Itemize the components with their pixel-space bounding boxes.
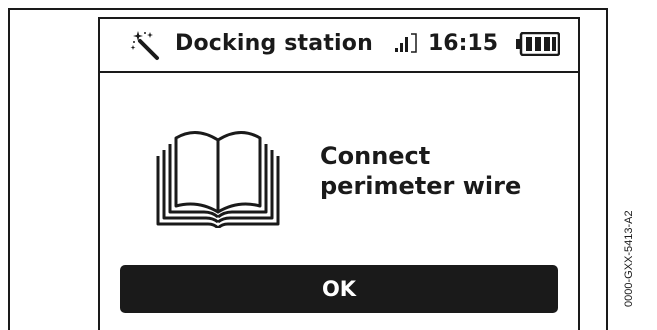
open-book-icon bbox=[156, 131, 280, 228]
status-bar: Docking station 16:15 bbox=[100, 19, 578, 73]
ok-button[interactable]: OK bbox=[120, 265, 558, 313]
figure-id-label: 0000-GXX-5413-A2 bbox=[623, 210, 635, 307]
message-line-1: Connect bbox=[320, 142, 431, 170]
magic-wand-icon bbox=[130, 31, 159, 60]
signal-strength-icon bbox=[395, 33, 417, 53]
battery-icon bbox=[516, 32, 560, 56]
clock: 16:15 bbox=[428, 31, 499, 56]
screen-title: Docking station bbox=[175, 31, 373, 56]
instruction-message: Connect perimeter wire bbox=[320, 141, 521, 201]
device-screen: Docking station 16:15 Connect perimeter … bbox=[98, 17, 580, 330]
message-line-2: perimeter wire bbox=[320, 172, 522, 200]
